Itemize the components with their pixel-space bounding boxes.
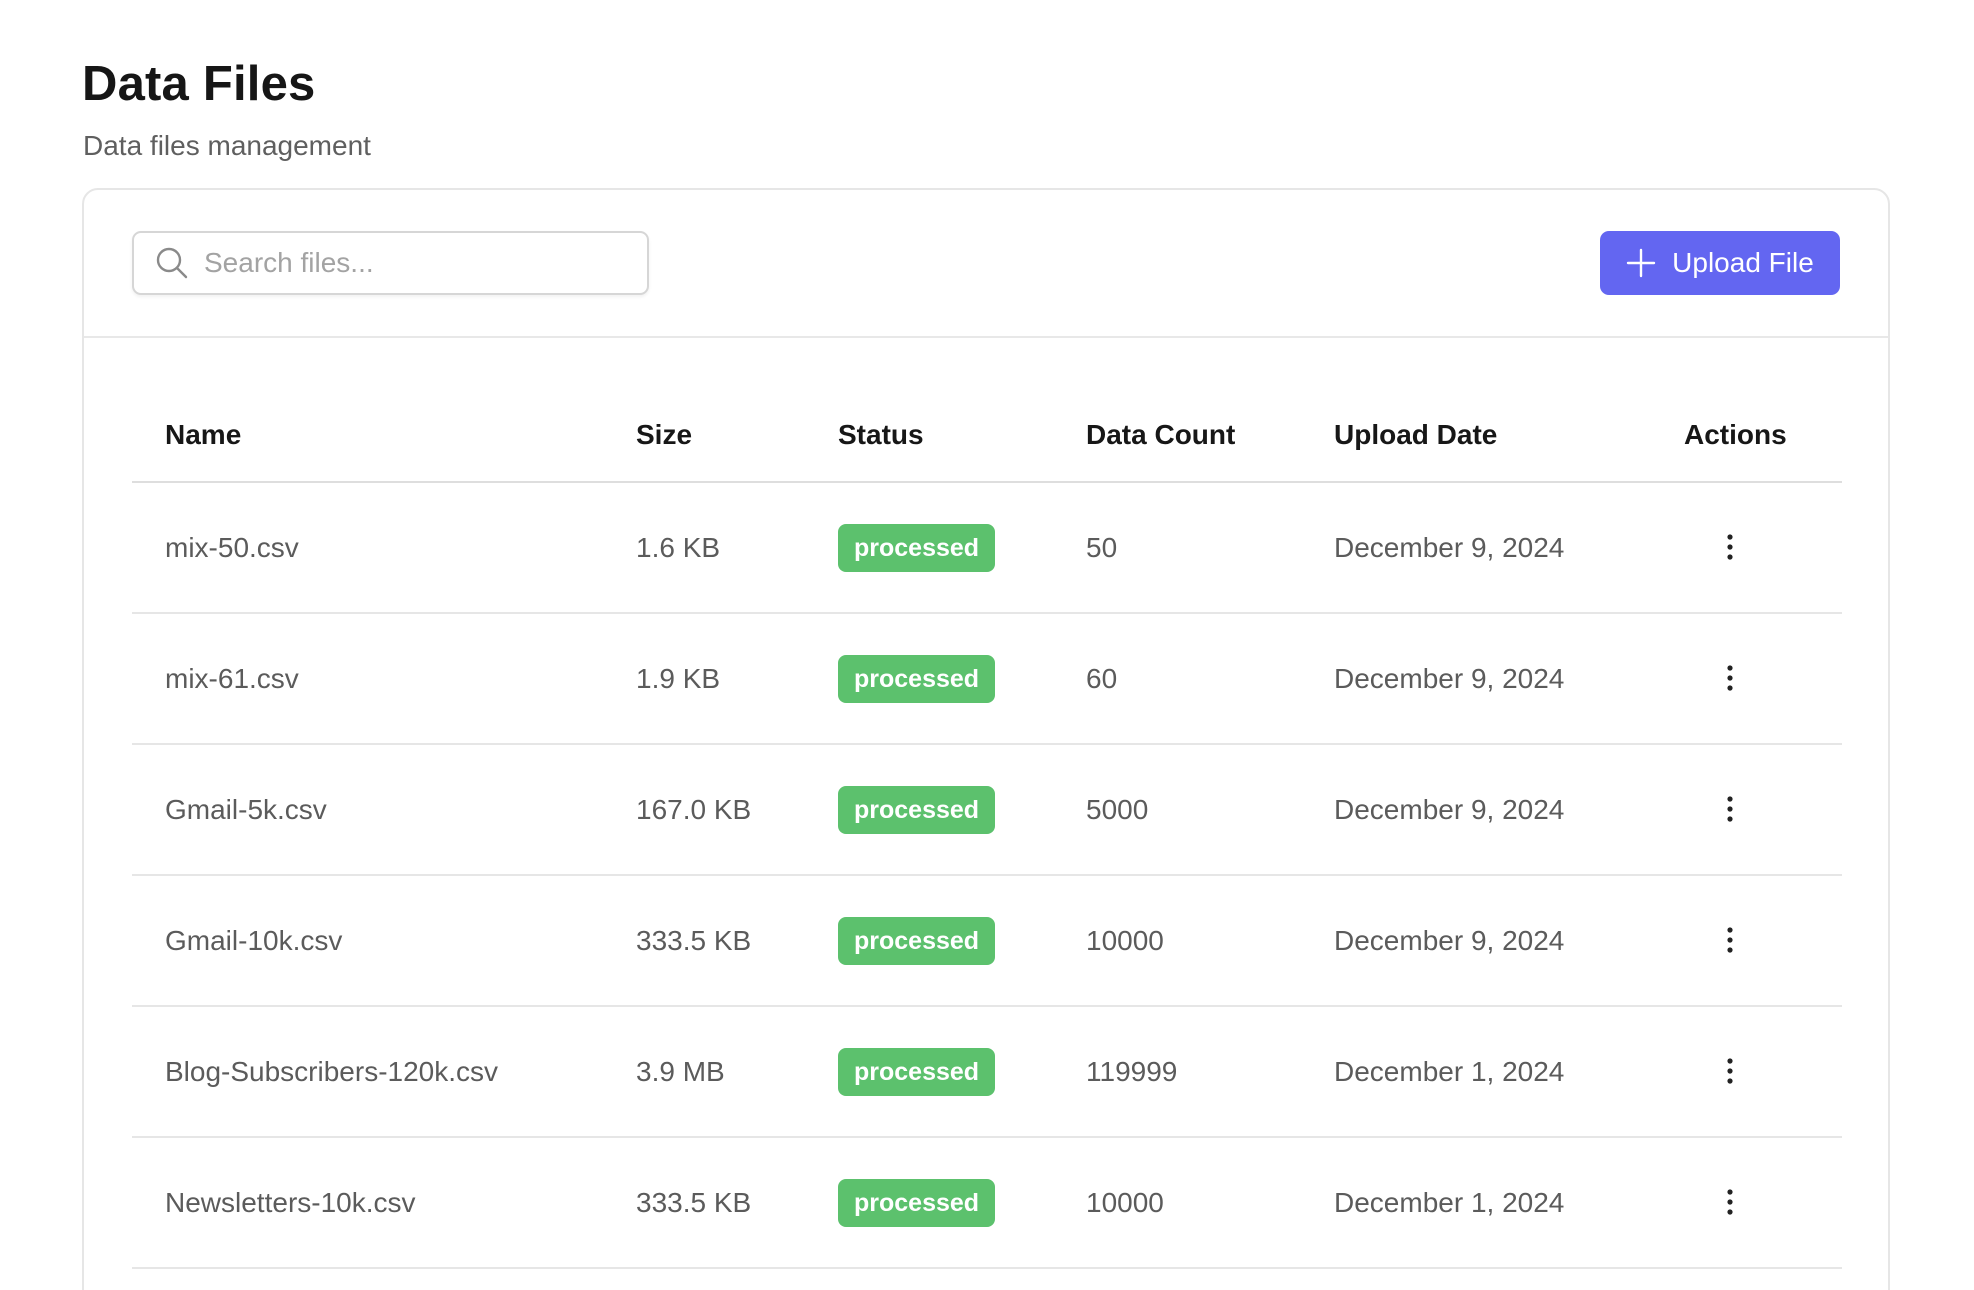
- table-row[interactable]: Gmail-5k.csv 167.0 KB processed 5000 Decembe…: [132, 745, 1842, 876]
- page-title: Data Files: [82, 57, 316, 111]
- status-badge: processed: [838, 917, 996, 965]
- column-header-size: Size: [636, 419, 693, 450]
- upload-file-button[interactable]: Upload File: [1600, 231, 1840, 295]
- upload-file-label: Upload File: [1672, 247, 1814, 278]
- more-vertical-icon: [1727, 665, 1733, 691]
- status-cell: processed: [838, 614, 996, 743]
- data-count: 10000: [1086, 1187, 1164, 1218]
- data-count: 50: [1086, 532, 1118, 563]
- data-count: 119999: [1086, 1056, 1178, 1087]
- files-table: Name Size Status Data Count Upload Date …: [132, 338, 1842, 1269]
- file-size: 333.5 KB: [636, 925, 752, 956]
- column-header-upload-date: Upload Date: [1334, 419, 1498, 450]
- status-badge: processed: [838, 655, 996, 703]
- file-name: Gmail-10k.csv: [165, 925, 343, 956]
- more-vertical-icon: [1727, 534, 1733, 560]
- file-name: Newsletters-10k.csv: [165, 1187, 416, 1218]
- table-row[interactable]: Newsletters-10k.csv 333.5 KB processed 1000…: [132, 1138, 1842, 1269]
- file-size: 1.9 KB: [636, 663, 721, 694]
- data-count: 10000: [1086, 925, 1164, 956]
- toolbar: Upload File: [84, 190, 1888, 338]
- data-count: 60: [1086, 663, 1118, 694]
- status-cell: processed: [838, 483, 996, 612]
- table-body: mix-50.csv 1.6 KB processed 50 December 9, 2…: [132, 483, 1842, 1269]
- row-actions-button[interactable]: [1712, 922, 1748, 958]
- search-icon: [154, 245, 190, 281]
- table-row[interactable]: mix-50.csv 1.6 KB processed 50 December 9, 2…: [132, 483, 1842, 614]
- row-actions-button[interactable]: [1712, 791, 1748, 827]
- upload-date: December 9, 2024: [1334, 532, 1565, 563]
- row-actions-button[interactable]: [1712, 1053, 1748, 1089]
- row-actions-button[interactable]: [1712, 1184, 1748, 1220]
- search-box[interactable]: [132, 231, 649, 295]
- more-vertical-icon: [1727, 796, 1733, 822]
- column-header-data-count: Data Count: [1086, 419, 1236, 450]
- column-header-actions: Actions: [1684, 419, 1787, 450]
- table-row[interactable]: Gmail-10k.csv 333.5 KB processed 10000 Decem…: [132, 876, 1842, 1007]
- file-name: Gmail-5k.csv: [165, 794, 327, 825]
- search-input[interactable]: [204, 247, 624, 279]
- status-badge: processed: [838, 1048, 996, 1096]
- page: Data Files Data files management Search …: [0, 0, 1974, 1290]
- column-header-name: Name: [165, 419, 242, 450]
- status-cell: processed: [838, 1138, 996, 1267]
- status-badge: processed: [838, 524, 996, 572]
- status-cell: processed: [838, 745, 996, 874]
- file-size: 1.6 KB: [636, 532, 721, 563]
- upload-date: December 9, 2024: [1334, 663, 1565, 694]
- row-actions-button[interactable]: [1712, 660, 1748, 696]
- files-card: Upload File Name Size Status Data Count …: [82, 188, 1890, 1290]
- file-size: 3.9 MB: [636, 1056, 725, 1087]
- status-badge: processed: [838, 786, 996, 834]
- table-row[interactable]: mix-61.csv 1.9 KB processed 60 December 9, 2…: [132, 614, 1842, 745]
- row-actions-button[interactable]: [1712, 529, 1748, 565]
- file-name: mix-61.csv: [165, 663, 299, 694]
- more-vertical-icon: [1727, 927, 1733, 953]
- status-cell: processed: [838, 1007, 996, 1136]
- table-header: Name Size Status Data Count Upload Date …: [132, 338, 1842, 483]
- column-header-status: Status: [838, 419, 924, 450]
- file-name: Blog-Subscribers-120k.csv: [165, 1056, 499, 1087]
- page-subtitle: Data files management: [83, 130, 371, 161]
- file-size: 167.0 KB: [636, 794, 752, 825]
- data-count: 5000: [1086, 794, 1149, 825]
- plus-icon: [1626, 248, 1656, 278]
- status-badge: processed: [838, 1179, 996, 1227]
- upload-date: December 1, 2024: [1334, 1187, 1565, 1218]
- table-row[interactable]: Blog-Subscribers-120k.csv 3.9 MB processed…: [132, 1007, 1842, 1138]
- status-cell: processed: [838, 876, 996, 1005]
- more-vertical-icon: [1727, 1058, 1733, 1084]
- more-vertical-icon: [1727, 1189, 1733, 1215]
- upload-date: December 9, 2024: [1334, 794, 1565, 825]
- upload-date: December 1, 2024: [1334, 1056, 1565, 1087]
- upload-date: December 9, 2024: [1334, 925, 1565, 956]
- file-name: mix-50.csv: [165, 532, 299, 563]
- file-size: 333.5 KB: [636, 1187, 752, 1218]
